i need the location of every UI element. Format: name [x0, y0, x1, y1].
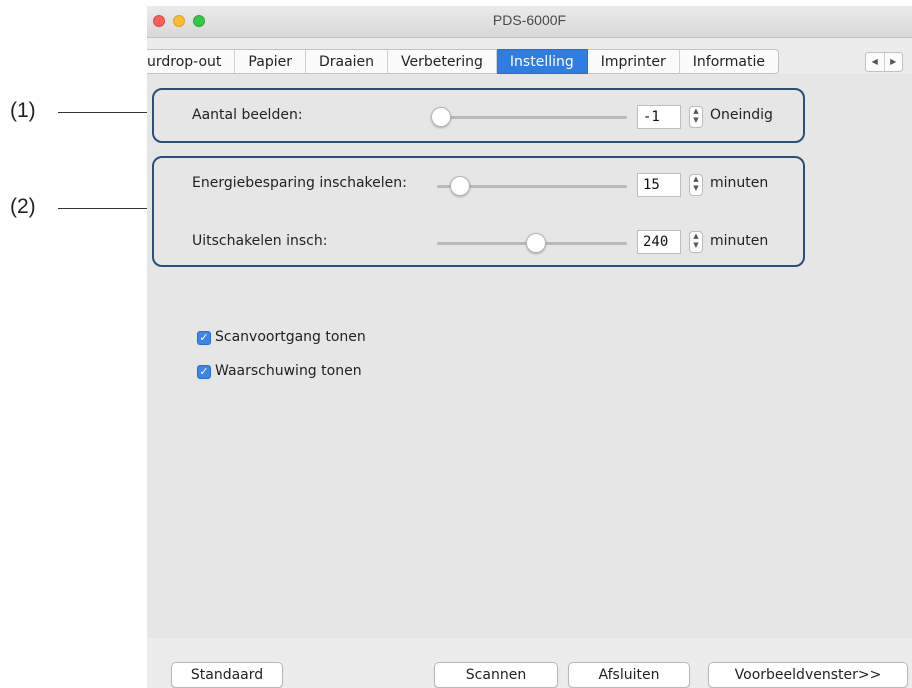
- tab-draaien[interactable]: Draaien: [305, 49, 389, 74]
- energiebesparing-unit: minuten: [710, 175, 769, 191]
- aantal-beelden-field[interactable]: -1: [637, 105, 681, 129]
- callout-label-2: (2): [10, 195, 36, 218]
- aantal-beelden-slider[interactable]: [430, 107, 627, 127]
- callout-line-2: [58, 208, 151, 209]
- callout-line-1: [58, 112, 151, 113]
- aantal-beelden-unit: Oneindig: [710, 107, 773, 123]
- uitschakelen-slider[interactable]: [437, 233, 627, 253]
- aantal-beelden-slider-knob[interactable]: [430, 107, 451, 127]
- tab-papier[interactable]: Papier: [235, 49, 306, 74]
- uitschakelen-label: Uitschakelen insch:: [192, 233, 328, 249]
- tab-dropout[interactable]: urdrop-out: [147, 49, 236, 74]
- scanvoortgang-checkbox[interactable]: ✓: [197, 331, 211, 345]
- tab-instelling[interactable]: Instelling: [496, 49, 588, 74]
- window-title: PDS-6000F: [492, 12, 567, 28]
- bottom-button-bar: Standaard Scannen Afsluiten Voorbeeldven…: [147, 638, 912, 688]
- energiebesparing-stepper[interactable]: ▲ ▼: [689, 174, 703, 196]
- triangle-left-icon[interactable]: ◀: [866, 53, 885, 71]
- aantal-beelden-label: Aantal beelden:: [192, 107, 303, 123]
- waarschuwing-label[interactable]: Waarschuwing tonen: [215, 363, 362, 379]
- energiebesparing-field[interactable]: 15: [637, 173, 681, 197]
- energiebesparing-slider-knob[interactable]: [449, 176, 470, 196]
- uitschakelen-stepper[interactable]: ▲ ▼: [689, 231, 703, 253]
- title-bar: PDS-6000F: [147, 6, 912, 38]
- settings-panel: Aantal beelden: -1 ▲ ▼ Oneindig Energiebe…: [147, 74, 912, 638]
- app-window: PDS-6000F urdrop-out Papier Draaien Verb…: [147, 6, 912, 688]
- tab-scroll-control: ◀ ▶: [865, 52, 903, 72]
- standaard-button[interactable]: Standaard: [171, 662, 283, 688]
- voorbeeldvenster-button[interactable]: Voorbeeldvenster>>: [708, 662, 908, 688]
- callout-label-1: (1): [10, 99, 36, 122]
- tab-informatie[interactable]: Informatie: [679, 49, 779, 74]
- scannen-button[interactable]: Scannen: [434, 662, 558, 688]
- tab-verbetering[interactable]: Verbetering: [388, 49, 497, 74]
- energiebesparing-label: Energiebesparing inschakelen:: [192, 175, 407, 191]
- afsluiten-button[interactable]: Afsluiten: [568, 662, 690, 688]
- tab-bar: urdrop-out Papier Draaien Verbetering In…: [147, 49, 912, 74]
- triangle-right-icon[interactable]: ▶: [885, 53, 903, 71]
- aantal-beelden-stepper[interactable]: ▲ ▼: [689, 106, 703, 128]
- uitschakelen-slider-knob[interactable]: [525, 233, 546, 253]
- uitschakelen-field[interactable]: 240: [637, 230, 681, 254]
- uitschakelen-unit: minuten: [710, 233, 769, 249]
- tab-imprinter[interactable]: Imprinter: [587, 49, 680, 74]
- callout-box-2: [152, 156, 805, 267]
- energiebesparing-slider[interactable]: [437, 176, 627, 196]
- scanvoortgang-label[interactable]: Scanvoortgang tonen: [215, 329, 366, 345]
- waarschuwing-checkbox[interactable]: ✓: [197, 365, 211, 379]
